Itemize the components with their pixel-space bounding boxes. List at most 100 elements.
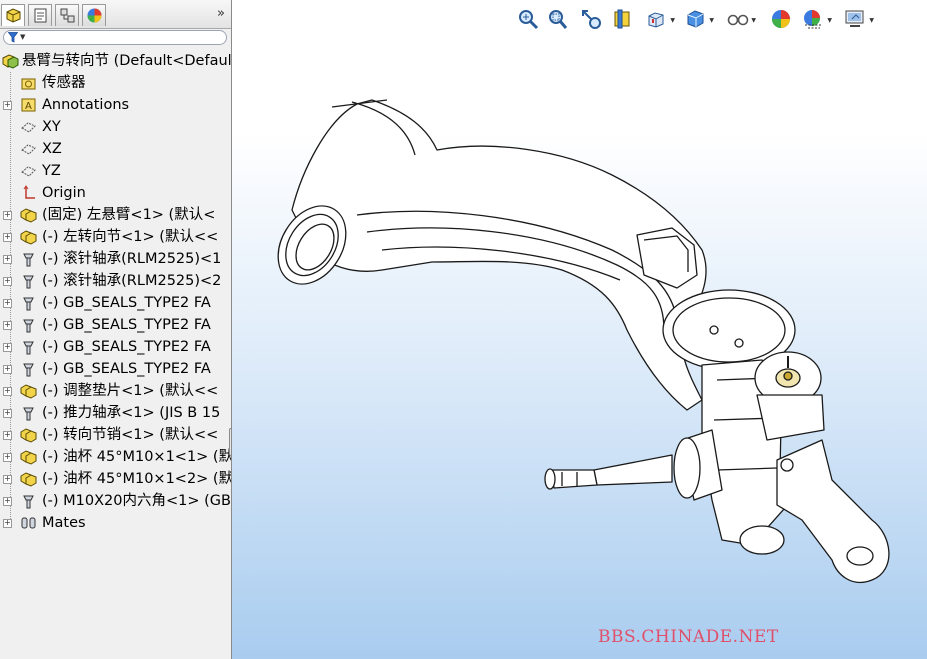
expand-icon[interactable]: +: [3, 365, 12, 374]
expand-icon[interactable]: +: [3, 387, 12, 396]
watermark: BBS.CHINADE.NET: [598, 627, 779, 647]
display-manager-icon: [87, 8, 102, 23]
tab-display-manager[interactable]: [82, 4, 106, 26]
part-icon: [23, 495, 34, 509]
tree-item-label: (-) GB_SEALS_TYPE2 FA: [42, 361, 211, 377]
tree-item-label: (-) GB_SEALS_TYPE2 FA: [42, 339, 211, 355]
expand-icon[interactable]: +: [3, 453, 12, 462]
tree-item-label: Origin: [42, 185, 86, 201]
tree-item[interactable]: + (固定) 左悬臂<1> (默认<: [0, 204, 231, 226]
part-icon: [23, 407, 34, 421]
feature-manager-icon: [6, 8, 21, 23]
expand-icon[interactable]: +: [3, 475, 12, 484]
tree-item-label: XY: [42, 119, 61, 135]
tree-item[interactable]: XY: [0, 116, 231, 138]
panel-tab-bar: »: [0, 0, 231, 29]
funnel-icon: [8, 32, 18, 43]
configuration-manager-icon: [60, 8, 75, 23]
annotations-icon: A: [21, 98, 36, 112]
subassembly-icon: [20, 230, 37, 245]
tab-configuration-manager[interactable]: [55, 4, 79, 26]
expand-icon[interactable]: +: [3, 497, 12, 506]
subassembly-icon: [20, 450, 37, 465]
subassembly-icon: [20, 384, 37, 399]
tree-item[interactable]: + A Annotations: [0, 94, 231, 116]
expand-icon[interactable]: +: [3, 321, 12, 330]
expand-icon[interactable]: +: [3, 343, 12, 352]
tree-item[interactable]: YZ: [0, 160, 231, 182]
mates-icon: [21, 517, 36, 529]
tree-item-label: (-) M10X20内六角<1> (GB: [42, 493, 231, 509]
tree-root-assembly[interactable]: 悬臂与转向节 (Default<Default: [0, 50, 231, 72]
tree-item[interactable]: + (-) 左转向节<1> (默认<<: [0, 226, 231, 248]
part-icon: [23, 319, 34, 333]
tree-item-label: (-) 调整垫片<1> (默认<<: [42, 383, 219, 399]
assembly-model[interactable]: [232, 0, 927, 659]
expand-icon[interactable]: +: [3, 101, 12, 110]
more-tabs-button[interactable]: »: [217, 6, 225, 21]
filter-dropdown-icon: ▼: [20, 33, 26, 41]
tree-item-label: (-) 左转向节<1> (默认<<: [42, 229, 219, 245]
sensor-folder-icon: [21, 78, 36, 90]
tree-item-label: (-) 推力轴承<1> (JIS B 15: [42, 405, 221, 421]
tree-filter[interactable]: ▼: [3, 30, 227, 45]
subassembly-icon: [20, 428, 37, 443]
expand-icon[interactable]: +: [3, 519, 12, 528]
tree-item[interactable]: + (-) GB_SEALS_TYPE2 FA: [0, 336, 231, 358]
expand-icon[interactable]: +: [3, 211, 12, 220]
tree-item[interactable]: XZ: [0, 138, 231, 160]
part-icon: [23, 363, 34, 377]
expand-icon[interactable]: +: [3, 409, 12, 418]
tree-item[interactable]: 传感器: [0, 72, 231, 94]
expand-icon[interactable]: +: [3, 233, 12, 242]
tree-item[interactable]: + (-) 滚针轴承(RLM2525)<2: [0, 270, 231, 292]
tree-item-label: 传感器: [42, 75, 86, 91]
tree-item[interactable]: + (-) 油杯 45°M10×1<2> (默: [0, 468, 231, 490]
tree-item[interactable]: + (-) M10X20内六角<1> (GB: [0, 490, 231, 512]
tree-item-label: Annotations: [42, 97, 130, 113]
tree-item-label: (-) 滚针轴承(RLM2525)<2: [42, 273, 222, 289]
subassembly-icon: [20, 472, 37, 487]
expand-icon[interactable]: +: [3, 299, 12, 308]
plane-icon: [21, 144, 36, 155]
part-icon: [23, 341, 34, 355]
expand-icon[interactable]: +: [3, 431, 12, 440]
assembly-icon: [2, 54, 19, 69]
tree-item[interactable]: + (-) 转向节销<1> (默认<<: [0, 424, 231, 446]
part-icon: [23, 275, 34, 289]
tree-item-label: YZ: [42, 163, 61, 179]
subassembly-icon: [20, 208, 37, 223]
tree-item-label: (-) 转向节销<1> (默认<<: [42, 427, 219, 443]
tree-item[interactable]: + (-) GB_SEALS_TYPE2 FA: [0, 292, 231, 314]
tree-item-label: (-) 油杯 45°M10×1<1> (默: [42, 449, 232, 465]
tree-item[interactable]: + (-) 推力轴承<1> (JIS B 15: [0, 402, 231, 424]
feature-manager-panel: » ▼ 悬臂与转向节 (Default<Default 传感器 + A Annotat…: [0, 0, 232, 659]
origin-icon: [23, 185, 35, 199]
tab-property-manager[interactable]: [28, 4, 52, 26]
graphics-viewport[interactable]: ▼ ▼ ▼ ▼ ▼ BBS.CHINADE.NET: [232, 0, 927, 659]
tab-feature-manager[interactable]: [1, 4, 25, 26]
svg-text:A: A: [25, 101, 32, 112]
tree-item-label: XZ: [42, 141, 62, 157]
tree-item-label: (固定) 左悬臂<1> (默认<: [42, 207, 216, 223]
tree-item[interactable]: + (-) 滚针轴承(RLM2525)<1: [0, 248, 231, 270]
tree-item-label: Mates: [42, 515, 86, 531]
steering-arm: [776, 439, 890, 584]
expand-icon[interactable]: +: [3, 255, 12, 264]
lower-bushing: [739, 525, 785, 555]
part-icon: [23, 297, 34, 311]
tree-item[interactable]: + (-) 调整垫片<1> (默认<<: [0, 380, 231, 402]
tree-root-label: 悬臂与转向节 (Default<Default: [22, 53, 232, 69]
expand-icon[interactable]: +: [3, 277, 12, 286]
part-icon: [23, 253, 34, 267]
tree-item-label: (-) GB_SEALS_TYPE2 FA: [42, 295, 211, 311]
tree-item[interactable]: + Mates: [0, 512, 231, 534]
tree-item-label: (-) 滚针轴承(RLM2525)<1: [42, 251, 222, 267]
tree-item[interactable]: + (-) 油杯 45°M10×1<1> (默: [0, 446, 231, 468]
property-manager-icon: [34, 8, 47, 23]
tree-item[interactable]: + (-) GB_SEALS_TYPE2 FA: [0, 358, 231, 380]
tree-item[interactable]: Origin: [0, 182, 231, 204]
plane-icon: [21, 122, 36, 133]
tree-item-label: (-) 油杯 45°M10×1<2> (默: [42, 471, 232, 487]
tree-item[interactable]: + (-) GB_SEALS_TYPE2 FA: [0, 314, 231, 336]
